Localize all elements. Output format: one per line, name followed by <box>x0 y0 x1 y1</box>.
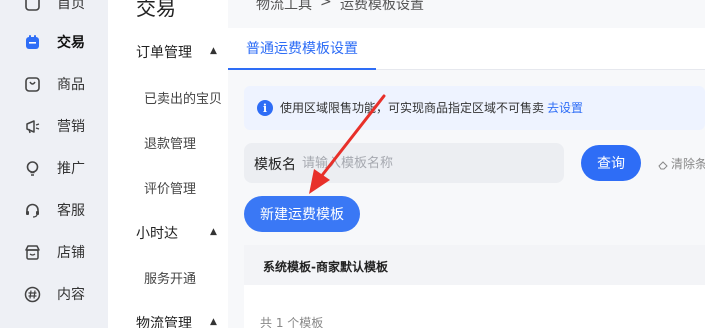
query-button[interactable]: 查询 <box>581 145 641 181</box>
hash-icon <box>24 286 41 303</box>
nav-item-service[interactable]: 客服 <box>0 195 108 225</box>
breadcrumb: 物流工具 > 运费模板设置 <box>228 0 705 14</box>
nav-item-store[interactable]: 店铺 <box>0 237 108 267</box>
go-settings-link[interactable]: 去设置 <box>547 99 583 116</box>
template-title: 系统模板-商家默认模板 <box>263 260 388 274</box>
sub-item-sold[interactable]: 已卖出的宝贝 <box>144 88 222 107</box>
nav-label: 客服 <box>57 203 85 219</box>
chevron-up-icon[interactable]: ▲ <box>210 46 217 56</box>
template-count: 共 1 个模板 <box>260 316 324 328</box>
nav-label: 店铺 <box>57 245 85 261</box>
search-label: 模板名 <box>254 157 296 173</box>
notice-text: 使用区域限售功能，可实现商品指定区域不可售卖 <box>280 101 545 115</box>
headset-icon <box>24 202 41 219</box>
nav-label: 商品 <box>57 77 85 93</box>
nav-label: 交易 <box>57 35 85 51</box>
chevron-up-icon[interactable]: ▲ <box>210 317 217 327</box>
nav-item-goods[interactable]: 商品 <box>0 69 108 99</box>
new-template-button[interactable]: 新建运费模板 <box>244 196 360 232</box>
template-card: 系统模板-商家默认模板 共 1 个模板 <box>244 245 705 328</box>
nav-item-marketing[interactable]: 营销 <box>0 111 108 141</box>
nav-item-trade[interactable]: 交易 <box>0 27 108 57</box>
eraser-icon <box>658 159 668 169</box>
group-logistics[interactable]: 物流管理 <box>136 313 192 328</box>
sub-nav-title: 交易 <box>136 0 176 20</box>
sub-nav: 交易 订单管理 ▲ 已卖出的宝贝 退款管理 评价管理 小时达 ▲ 服务开通 物流… <box>108 0 228 328</box>
breadcrumb-parent[interactable]: 物流工具 <box>256 0 312 14</box>
tab-bar: 普通运费模板设置 <box>228 28 705 70</box>
store-icon <box>24 244 41 261</box>
bag-icon <box>24 76 41 93</box>
nav-label: 首页 <box>57 0 85 12</box>
trade-icon <box>24 34 41 51</box>
nav-item-promotion[interactable]: 推广 <box>0 153 108 183</box>
left-nav: 首页 交易 商品 营销 推广 客服 店铺 内容 <box>0 0 108 328</box>
breadcrumb-current: 运费模板设置 <box>340 0 424 13</box>
group-order-management[interactable]: 订单管理 <box>136 42 192 62</box>
chevron-up-icon[interactable]: ▲ <box>210 227 217 237</box>
notice-banner: i 使用区域限售功能，可实现商品指定区域不可售卖 去设置 <box>244 86 705 130</box>
template-title-row: 系统模板-商家默认模板 <box>244 245 705 285</box>
tab-normal-template[interactable]: 普通运费模板设置 <box>228 28 376 70</box>
nav-label: 营销 <box>57 119 85 135</box>
home-icon <box>24 0 41 12</box>
group-hour-delivery[interactable]: 小时达 <box>136 223 178 243</box>
nav-item-content[interactable]: 内容 <box>0 279 108 309</box>
info-icon: i <box>257 100 273 116</box>
sub-item-review[interactable]: 评价管理 <box>144 178 196 197</box>
main-content: 物流工具 > 运费模板设置 普通运费模板设置 i 使用区域限售功能，可实现商品指… <box>228 0 705 328</box>
nav-item-home[interactable]: 首页 <box>0 0 108 18</box>
template-name-input[interactable] <box>302 149 552 177</box>
clear-label: 清除条 <box>671 157 705 171</box>
search-box: 模板名 <box>244 143 564 183</box>
nav-label: 内容 <box>57 287 85 303</box>
breadcrumb-separator: > <box>320 0 332 10</box>
megaphone-icon <box>24 118 41 135</box>
clear-button[interactable]: 清除条 <box>658 155 705 172</box>
sub-item-refund[interactable]: 退款管理 <box>144 133 196 152</box>
sub-item-service-open[interactable]: 服务开通 <box>144 268 196 287</box>
bulb-icon <box>24 160 41 177</box>
nav-label: 推广 <box>57 161 85 177</box>
